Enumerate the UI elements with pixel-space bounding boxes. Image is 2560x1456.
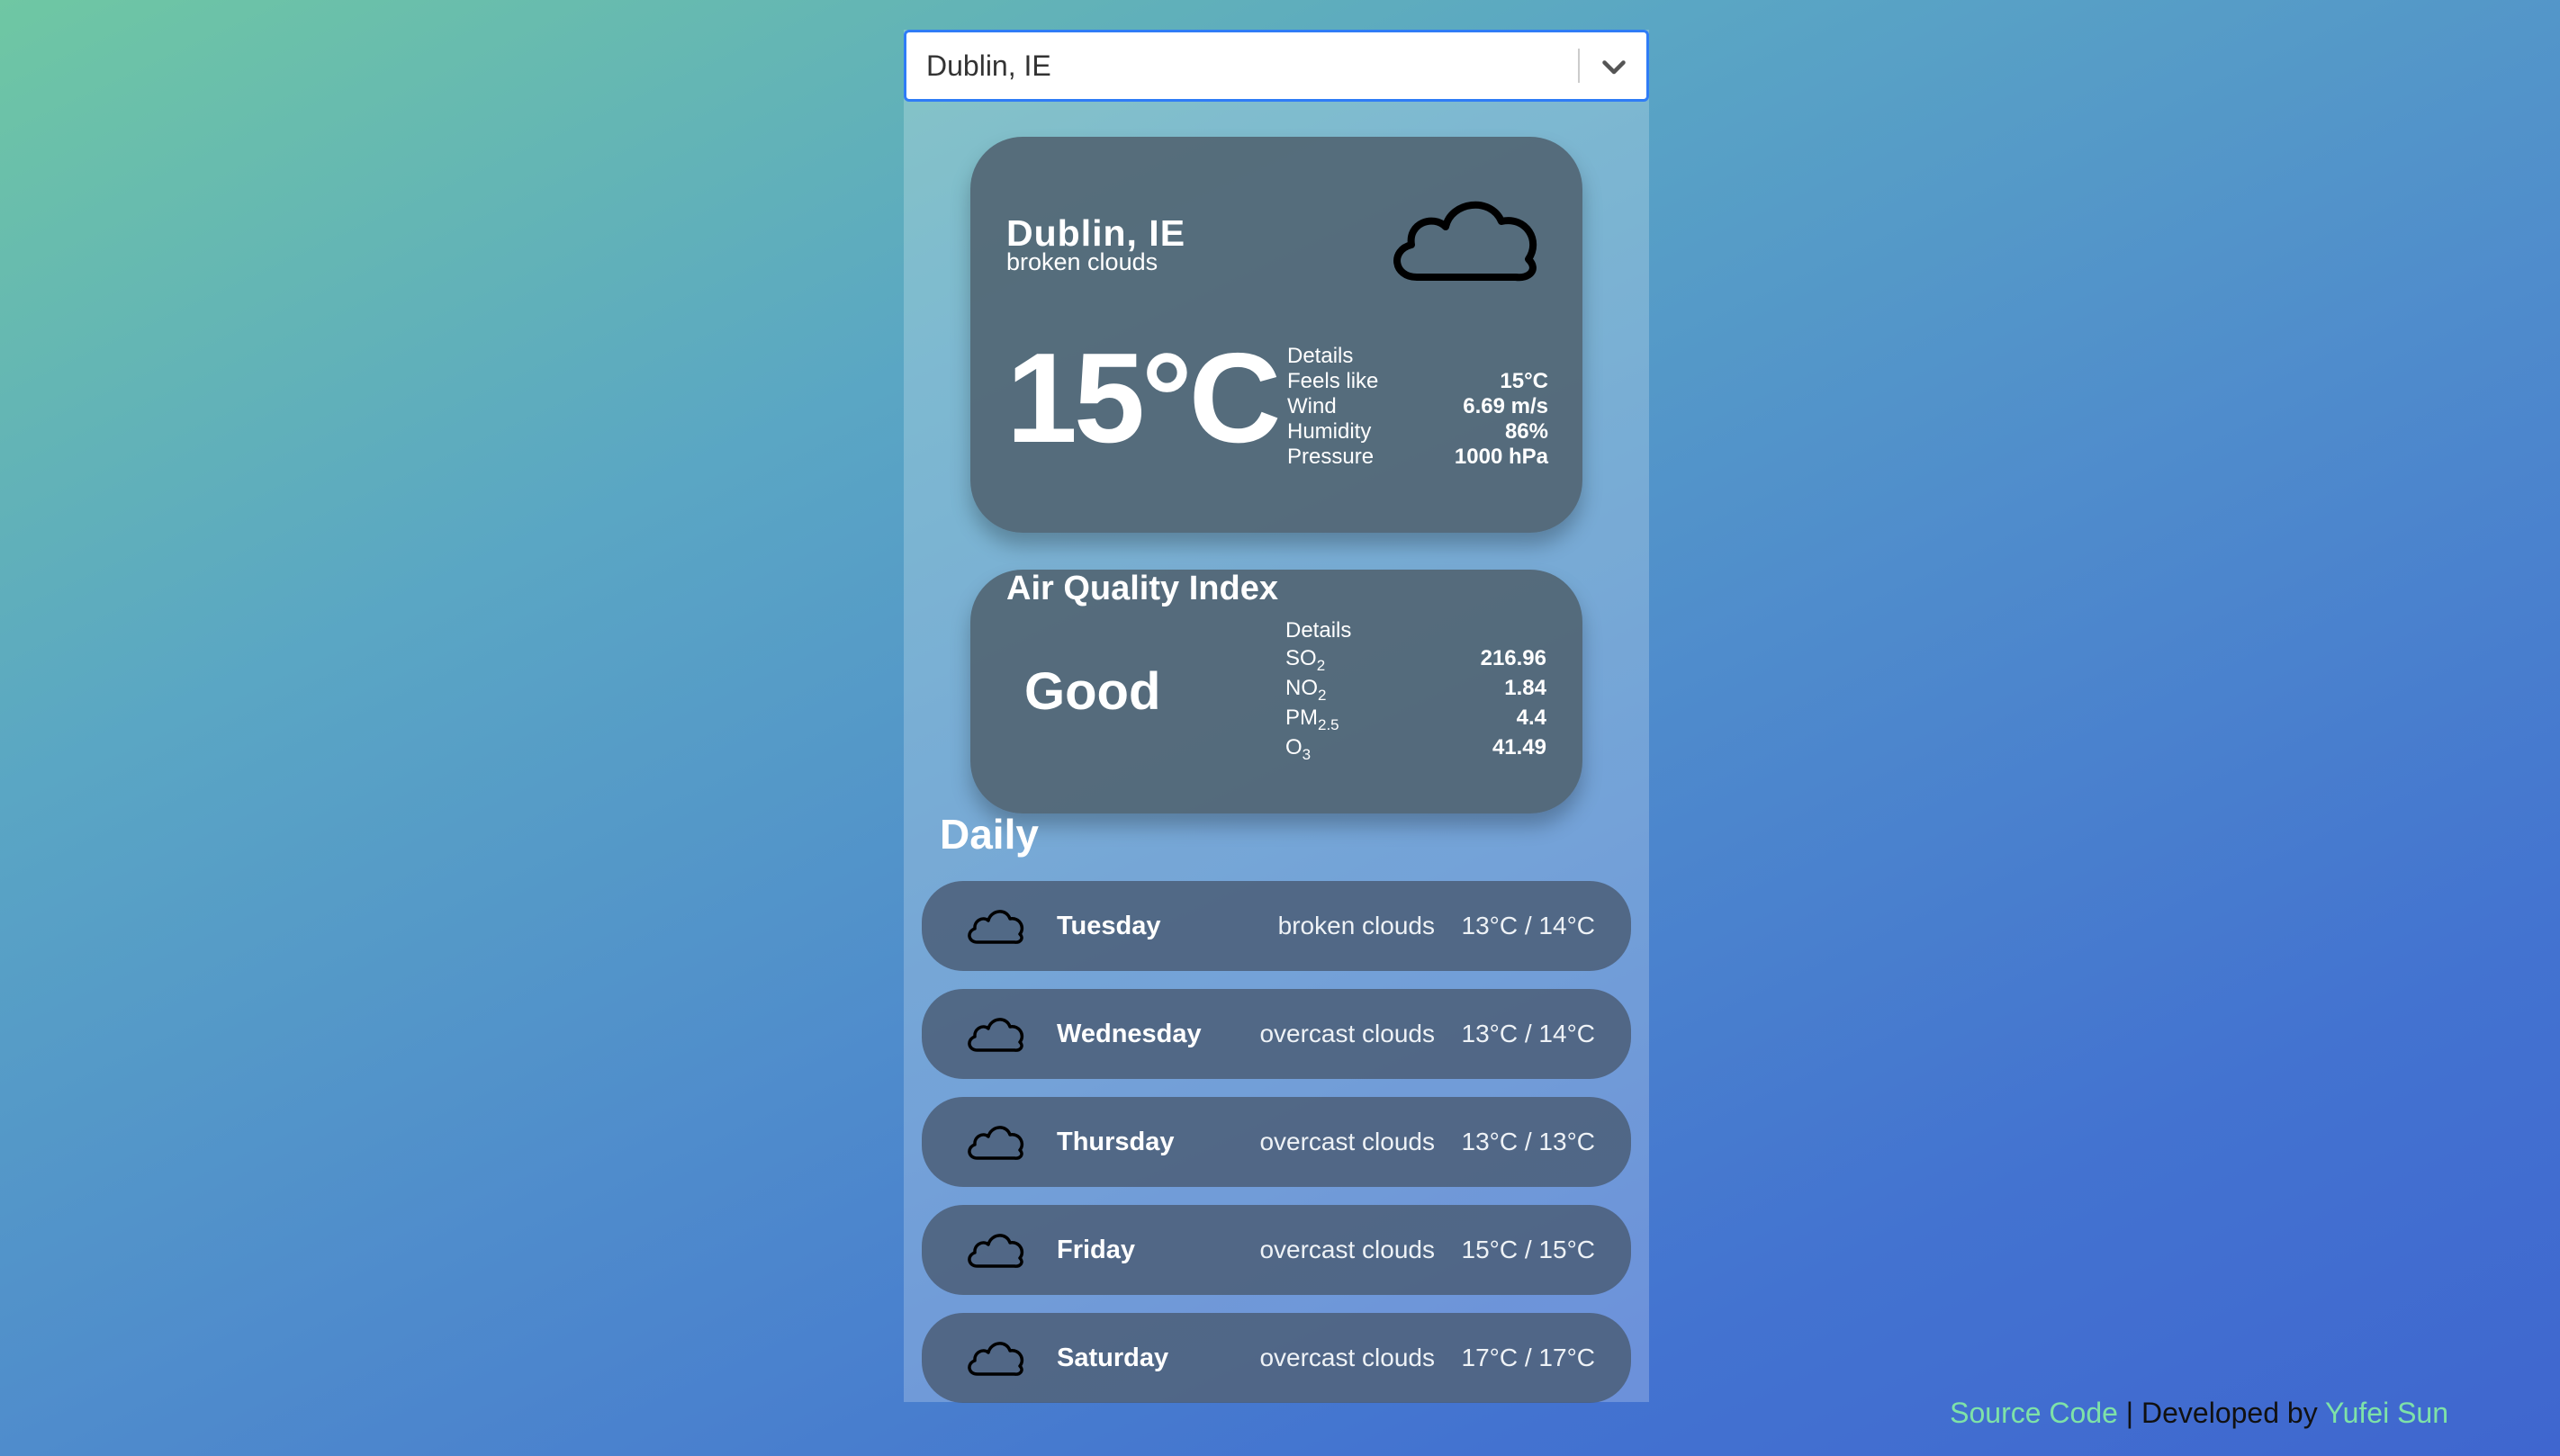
detail-value: 15°C [1500,369,1548,393]
detail-label: Pressure [1287,445,1375,469]
cloud-icon [968,1342,1024,1376]
day-temperature: 15°C / 15°C [1461,1236,1595,1263]
select-separator [1578,49,1580,83]
daily-row[interactable]: Friday overcast clouds 15°C / 15°C [922,1205,1631,1295]
daily-title: Daily [940,811,1039,858]
details-heading: Details [1285,618,1546,643]
pollutant-value: 216.96 [1480,646,1546,670]
pollutant-value: 1.84 [1504,676,1546,700]
aqi-rating: Good [1024,662,1161,721]
cloud-icon [968,1126,1024,1160]
pollutant-row-o3: O3 41.49 [1285,732,1546,763]
detail-label: Humidity [1287,419,1372,444]
day-description: overcast clouds [1259,1344,1435,1371]
pollutant-value: 41.49 [1492,735,1546,759]
pollutant-row-pm25: PM2.5 4.4 [1285,703,1546,733]
day-description: overcast clouds [1259,1236,1435,1263]
details-label: Details [1287,344,1354,368]
current-description: broken clouds [1006,248,1158,275]
detail-label: Feels like [1287,369,1379,393]
day-name: Thursday [1057,1128,1175,1156]
detail-value: 6.69 m/s [1463,394,1548,418]
day-temperature: 13°C / 13°C [1461,1128,1595,1155]
daily-row[interactable]: Saturday overcast clouds 17°C / 17°C [922,1313,1631,1403]
day-name: Saturday [1057,1344,1169,1372]
pollutant-row-so2: SO2 216.96 [1285,643,1546,674]
cloud-icon [968,1234,1024,1268]
footer: Source Code | Developed by Yufei Sun [1950,1397,2448,1430]
detail-value: 86% [1504,419,1548,444]
detail-label: Wind [1287,394,1337,418]
aqi-details: Details SO2 216.96 NO2 1.84 PM2.5 4.4 O3 41.… [1285,618,1546,763]
day-description: overcast clouds [1259,1020,1435,1047]
day-description: broken clouds [1277,912,1435,939]
details-label: Details [1285,618,1352,643]
pollutant-row-no2: NO2 1.84 [1285,673,1546,704]
city-select[interactable]: Dublin, IE [904,30,1649,102]
current-temperature: 15°C [1006,327,1281,470]
city-select-value: Dublin, IE [926,49,1051,82]
air-quality-card: Air Quality Index Good Details SO2 216.96… [970,570,1582,813]
daily-row[interactable]: Tuesday broken clouds 13°C / 14°C [922,881,1631,971]
detail-row-feels-like: Feels like 15°C [1287,369,1548,394]
daily-row[interactable]: Thursday overcast clouds 13°C / 13°C [922,1097,1631,1187]
day-temperature: 17°C / 17°C [1461,1344,1595,1371]
day-name: Tuesday [1057,912,1161,940]
aqi-title: Air Quality Index [1006,570,1278,607]
detail-row-humidity: Humidity 86% [1287,419,1548,445]
daily-row[interactable]: Wednesday overcast clouds 13°C / 14°C [922,989,1631,1079]
cloud-icon [1393,201,1537,282]
day-name: Wednesday [1057,1020,1202,1048]
detail-value: 1000 hPa [1454,445,1548,469]
chevron-down-icon[interactable] [1598,50,1630,83]
day-temperature: 13°C / 14°C [1461,1020,1595,1047]
footer-text: | Developed by [2117,1397,2325,1429]
details-heading: Details [1287,344,1548,369]
day-temperature: 13°C / 14°C [1461,912,1595,939]
day-description: overcast clouds [1259,1128,1435,1155]
author-link[interactable]: Yufei Sun [2325,1397,2448,1429]
pollutant-label: O3 [1285,735,1312,763]
cloud-icon [968,910,1024,944]
weather-details: Details Feels like 15°C Wind 6.69 m/s Humi… [1287,344,1548,470]
cloud-icon [968,1018,1024,1052]
pollutant-value: 4.4 [1516,706,1546,730]
source-code-link[interactable]: Source Code [1950,1397,2118,1429]
current-weather-card: Dublin, IE broken clouds 15°C Details Fe… [970,137,1582,533]
day-name: Friday [1057,1236,1136,1264]
detail-row-wind: Wind 6.69 m/s [1287,394,1548,419]
detail-row-pressure: Pressure 1000 hPa [1287,445,1548,470]
